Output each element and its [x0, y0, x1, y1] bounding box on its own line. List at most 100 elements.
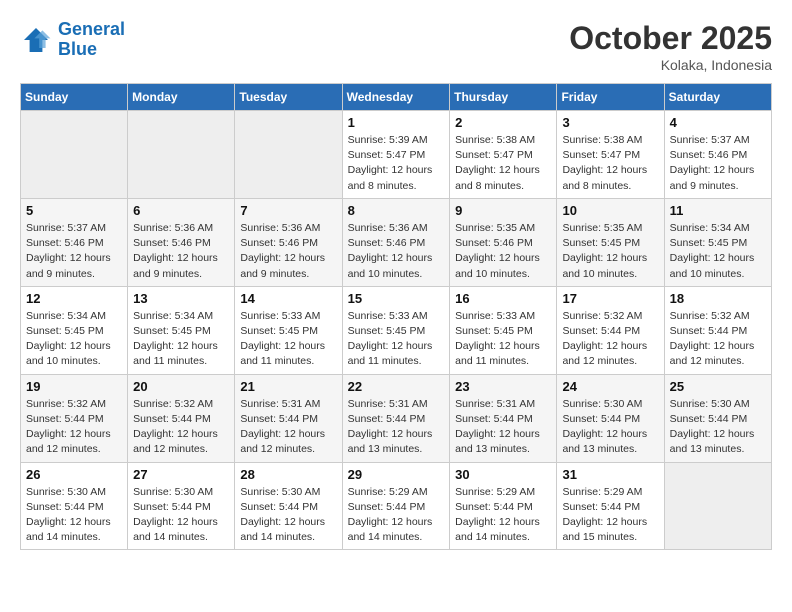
- week-row-3: 12 Sunrise: 5:34 AMSunset: 5:45 PMDayligh…: [21, 286, 772, 374]
- location-subtitle: Kolaka, Indonesia: [569, 57, 772, 73]
- day-info: Sunrise: 5:35 AMSunset: 5:46 PMDaylight:…: [455, 221, 551, 282]
- weekday-tuesday: Tuesday: [235, 84, 342, 111]
- day-cell: 23 Sunrise: 5:31 AMSunset: 5:44 PMDayligh…: [450, 374, 557, 462]
- day-info: Sunrise: 5:30 AMSunset: 5:44 PMDaylight:…: [133, 485, 229, 546]
- day-cell: 17Sunrise: 5:32 AMSunset: 5:44 PMDayligh…: [557, 286, 664, 374]
- day-number: 21: [240, 379, 336, 394]
- day-number: 23: [455, 379, 551, 394]
- day-info: Sunrise: 5:33 AMSunset: 5:45 PMDaylight:…: [240, 309, 336, 370]
- day-cell: 20Sunrise: 5:32 AMSunset: 5:44 PMDayligh…: [128, 374, 235, 462]
- day-info: Sunrise: 5:37 AMSunset: 5:46 PMDaylight:…: [670, 133, 766, 194]
- day-info: Sunrise: 5:36 AMSunset: 5:46 PMDaylight:…: [133, 221, 229, 282]
- day-number: 31: [562, 467, 658, 482]
- logo-line1: General: [58, 19, 125, 39]
- day-info: Sunrise: 5:32 AMSunset: 5:44 PMDaylight:…: [26, 397, 122, 458]
- day-info: Sunrise: 5:29 AMSunset: 5:44 PMDaylight:…: [348, 485, 445, 546]
- week-row-2: 5 Sunrise: 5:37 AMSunset: 5:46 PMDaylight…: [21, 198, 772, 286]
- day-info: Sunrise: 5:34 AMSunset: 5:45 PMDaylight:…: [133, 309, 229, 370]
- weekday-wednesday: Wednesday: [342, 84, 450, 111]
- day-cell: 19Sunrise: 5:32 AMSunset: 5:44 PMDayligh…: [21, 374, 128, 462]
- page-header: General Blue October 2025 Kolaka, Indone…: [20, 20, 772, 73]
- day-cell: 24 Sunrise: 5:30 AMSunset: 5:44 PMDayligh…: [557, 374, 664, 462]
- day-cell: 12 Sunrise: 5:34 AMSunset: 5:45 PMDayligh…: [21, 286, 128, 374]
- day-cell: 14Sunrise: 5:33 AMSunset: 5:45 PMDayligh…: [235, 286, 342, 374]
- day-number: 7: [240, 203, 336, 218]
- day-cell: 8 Sunrise: 5:36 AMSunset: 5:46 PMDaylight…: [342, 198, 450, 286]
- day-number: 30: [455, 467, 551, 482]
- day-cell: 16 Sunrise: 5:33 AMSunset: 5:45 PMDayligh…: [450, 286, 557, 374]
- day-cell: 13 Sunrise: 5:34 AMSunset: 5:45 PMDayligh…: [128, 286, 235, 374]
- day-info: Sunrise: 5:33 AMSunset: 5:45 PMDaylight:…: [455, 309, 551, 370]
- day-cell: 31 Sunrise: 5:29 AMSunset: 5:44 PMDayligh…: [557, 462, 664, 550]
- day-number: 29: [348, 467, 445, 482]
- week-row-1: 1Sunrise: 5:39 AMSunset: 5:47 PMDaylight…: [21, 111, 772, 199]
- day-cell: 26Sunrise: 5:30 AMSunset: 5:44 PMDayligh…: [21, 462, 128, 550]
- day-number: 24: [562, 379, 658, 394]
- weekday-sunday: Sunday: [21, 84, 128, 111]
- day-number: 28: [240, 467, 336, 482]
- day-cell: 22Sunrise: 5:31 AMSunset: 5:44 PMDayligh…: [342, 374, 450, 462]
- day-info: Sunrise: 5:38 AMSunset: 5:47 PMDaylight:…: [455, 133, 551, 194]
- logo-icon: [20, 24, 52, 56]
- day-number: 12: [26, 291, 122, 306]
- weekday-monday: Monday: [128, 84, 235, 111]
- day-info: Sunrise: 5:38 AMSunset: 5:47 PMDaylight:…: [562, 133, 658, 194]
- logo: General Blue: [20, 20, 125, 60]
- week-row-5: 26 Sunrise: 5:30 AMSunset: 5:44 PMDayligh…: [21, 462, 772, 550]
- day-cell: 4 Sunrise: 5:37 AMSunset: 5:46 PMDaylight…: [664, 111, 771, 199]
- day-cell: [664, 462, 771, 550]
- day-cell: [21, 111, 128, 199]
- day-info: Sunrise: 5:34 AMSunset: 5:45 PMDaylight:…: [26, 309, 122, 370]
- day-cell: 21 Sunrise: 5:31 AMSunset: 5:44 PMDayligh…: [235, 374, 342, 462]
- day-number: 16: [455, 291, 551, 306]
- month-title: October 2025: [569, 20, 772, 57]
- day-number: 3: [562, 115, 658, 130]
- day-number: 11: [670, 203, 766, 218]
- day-info: Sunrise: 5:30 AMSunset: 5:44 PMDaylight:…: [240, 485, 336, 546]
- day-number: 27: [133, 467, 229, 482]
- day-cell: 28 Sunrise: 5:30 AMSunset: 5:44 PMDayligh…: [235, 462, 342, 550]
- logo-text: General Blue: [58, 20, 125, 60]
- day-number: 9: [455, 203, 551, 218]
- weekday-header-row: SundayMondayTuesdayWednesdayThursdayFrid…: [21, 84, 772, 111]
- day-info: Sunrise: 5:31 AMSunset: 5:44 PMDaylight:…: [455, 397, 551, 458]
- day-cell: 1Sunrise: 5:39 AMSunset: 5:47 PMDaylight…: [342, 111, 450, 199]
- day-cell: 29 Sunrise: 5:29 AMSunset: 5:44 PMDayligh…: [342, 462, 450, 550]
- logo-line2: Blue: [58, 39, 97, 59]
- day-cell: 30 Sunrise: 5:29 AMSunset: 5:44 PMDayligh…: [450, 462, 557, 550]
- day-info: Sunrise: 5:31 AMSunset: 5:44 PMDaylight:…: [240, 397, 336, 458]
- calendar-table: SundayMondayTuesdayWednesdayThursdayFrid…: [20, 83, 772, 550]
- day-number: 1: [348, 115, 445, 130]
- day-number: 8: [348, 203, 445, 218]
- day-cell: 15Sunrise: 5:33 AMSunset: 5:45 PMDayligh…: [342, 286, 450, 374]
- day-info: Sunrise: 5:36 AMSunset: 5:46 PMDaylight:…: [240, 221, 336, 282]
- weekday-friday: Friday: [557, 84, 664, 111]
- day-number: 4: [670, 115, 766, 130]
- day-cell: 9 Sunrise: 5:35 AMSunset: 5:46 PMDaylight…: [450, 198, 557, 286]
- day-cell: 2Sunrise: 5:38 AMSunset: 5:47 PMDaylight…: [450, 111, 557, 199]
- day-info: Sunrise: 5:29 AMSunset: 5:44 PMDaylight:…: [455, 485, 551, 546]
- day-info: Sunrise: 5:32 AMSunset: 5:44 PMDaylight:…: [562, 309, 658, 370]
- weekday-saturday: Saturday: [664, 84, 771, 111]
- week-row-4: 19Sunrise: 5:32 AMSunset: 5:44 PMDayligh…: [21, 374, 772, 462]
- day-cell: 7 Sunrise: 5:36 AMSunset: 5:46 PMDaylight…: [235, 198, 342, 286]
- day-number: 13: [133, 291, 229, 306]
- day-cell: 10Sunrise: 5:35 AMSunset: 5:45 PMDayligh…: [557, 198, 664, 286]
- day-info: Sunrise: 5:30 AMSunset: 5:44 PMDaylight:…: [562, 397, 658, 458]
- day-info: Sunrise: 5:29 AMSunset: 5:44 PMDaylight:…: [562, 485, 658, 546]
- day-cell: [235, 111, 342, 199]
- day-cell: 6Sunrise: 5:36 AMSunset: 5:46 PMDaylight…: [128, 198, 235, 286]
- day-number: 22: [348, 379, 445, 394]
- day-number: 26: [26, 467, 122, 482]
- day-info: Sunrise: 5:35 AMSunset: 5:45 PMDaylight:…: [562, 221, 658, 282]
- day-number: 18: [670, 291, 766, 306]
- day-number: 25: [670, 379, 766, 394]
- day-info: Sunrise: 5:36 AMSunset: 5:46 PMDaylight:…: [348, 221, 445, 282]
- day-cell: 27 Sunrise: 5:30 AMSunset: 5:44 PMDayligh…: [128, 462, 235, 550]
- day-cell: 18Sunrise: 5:32 AMSunset: 5:44 PMDayligh…: [664, 286, 771, 374]
- day-number: 5: [26, 203, 122, 218]
- day-info: Sunrise: 5:33 AMSunset: 5:45 PMDaylight:…: [348, 309, 445, 370]
- day-info: Sunrise: 5:30 AMSunset: 5:44 PMDaylight:…: [670, 397, 766, 458]
- weekday-thursday: Thursday: [450, 84, 557, 111]
- day-info: Sunrise: 5:37 AMSunset: 5:46 PMDaylight:…: [26, 221, 122, 282]
